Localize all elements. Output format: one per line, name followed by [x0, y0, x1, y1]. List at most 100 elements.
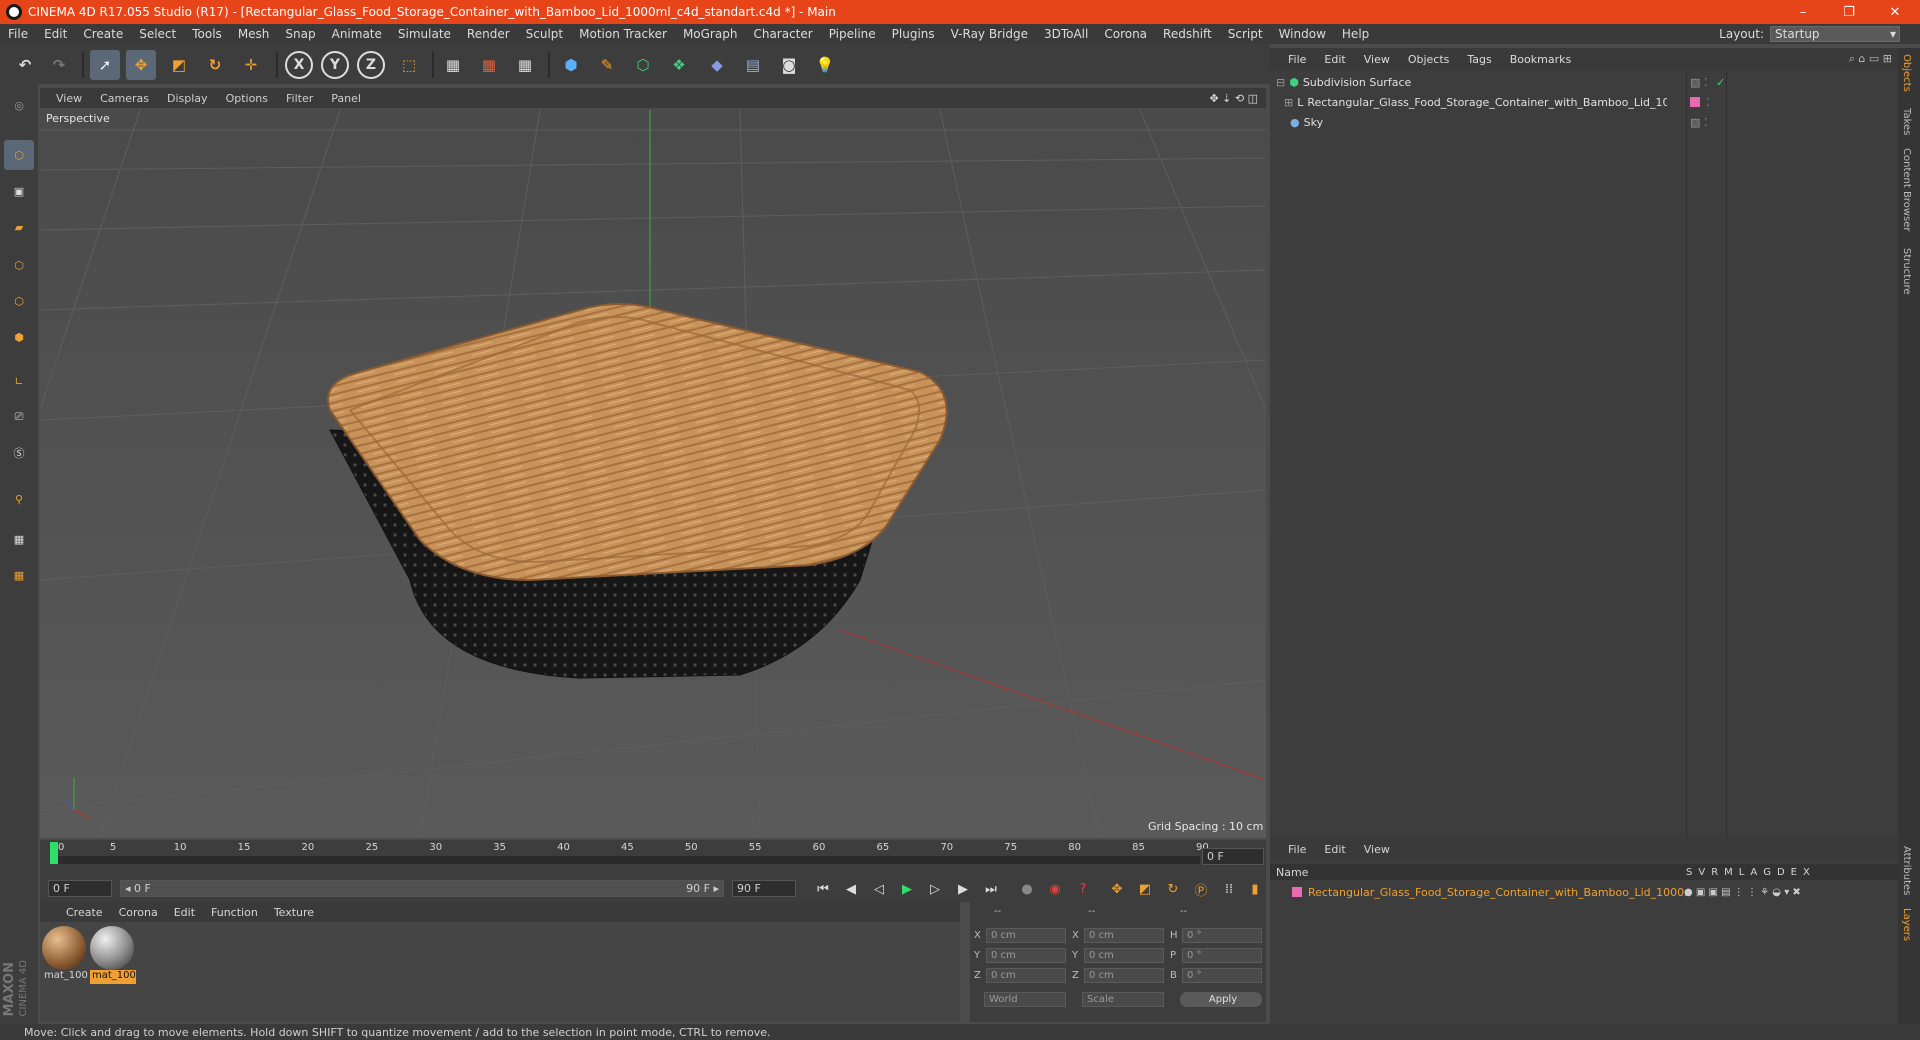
menu-animate[interactable]: Animate — [324, 27, 390, 41]
z-axis-lock-button[interactable]: Z — [357, 51, 385, 79]
layer-row[interactable]: Rectangular_Glass_Food_Storage_Container… — [1270, 884, 1898, 900]
workplane-icon[interactable]: ▰ — [4, 212, 34, 242]
x-axis-lock-button[interactable]: X — [285, 51, 313, 79]
redo-button[interactable]: ↷ — [44, 50, 74, 80]
timeline-track[interactable] — [50, 856, 1200, 864]
col-render[interactable]: R — [1711, 867, 1718, 878]
obj-menu-bookmarks[interactable]: Bookmarks — [1510, 53, 1571, 66]
layer-menu-edit[interactable]: Edit — [1324, 843, 1345, 856]
maximize-button[interactable]: ❐ — [1826, 0, 1872, 24]
coordinate-space-dropdown[interactable]: World — [984, 992, 1066, 1007]
pen-spline-icon[interactable]: ✎ — [592, 50, 622, 80]
menu-corona[interactable]: Corona — [1096, 27, 1155, 41]
tweak-mode-icon[interactable]: ⎚ — [4, 402, 34, 432]
col-manager[interactable]: M — [1724, 867, 1733, 878]
play-icon[interactable]: ▶ — [896, 879, 918, 899]
render-picture-viewer-icon[interactable]: ▦ — [474, 50, 504, 80]
tab-takes[interactable]: Takes — [1901, 108, 1912, 135]
menu-mesh[interactable]: Mesh — [230, 27, 278, 41]
snap-icon[interactable]: Ⓢ — [4, 438, 34, 468]
autokey-icon[interactable]: ◉ — [1044, 879, 1066, 899]
go-to-start-icon[interactable]: ⏮ — [812, 879, 834, 899]
viewport-menu-options[interactable]: Options — [226, 92, 268, 105]
apply-button[interactable]: Apply — [1180, 992, 1262, 1007]
col-view[interactable]: V — [1698, 867, 1705, 878]
object-row[interactable]: ⊟ ⬢ Subdivision Surface ▨ ⁚ ✓ — [1270, 72, 1898, 92]
layout-dropdown[interactable]: Startup ▾ — [1770, 26, 1900, 42]
next-frame-icon[interactable]: ▷ — [924, 879, 946, 899]
texture-mode-icon[interactable]: ▣ — [4, 176, 34, 206]
size-mode-dropdown[interactable]: Scale — [1082, 992, 1164, 1007]
menu-mograph[interactable]: MoGraph — [675, 27, 746, 41]
menu-file[interactable]: File — [0, 27, 36, 41]
rot-b-field[interactable]: 0 ° — [1182, 968, 1262, 983]
frame-range-slider[interactable]: ◂ 0 F 90 F ▸ — [120, 880, 724, 897]
play-backwards-icon[interactable]: ◁ — [868, 879, 890, 899]
end-frame-field[interactable]: 90 F — [732, 880, 796, 897]
menu-help[interactable]: Help — [1334, 27, 1377, 41]
tab-attributes[interactable]: Attributes — [1901, 846, 1912, 895]
size-z-field[interactable]: 0 cm — [1084, 968, 1164, 983]
visibility-toggle-icon[interactable]: ▨ ⁚ — [1690, 116, 1707, 129]
transform-tool-icon[interactable]: ✛ — [236, 50, 266, 80]
key-pla-icon[interactable]: ⁞⁞ — [1218, 879, 1240, 899]
minimize-button[interactable]: – — [1780, 0, 1826, 24]
locked-workplane-icon[interactable]: ▦ — [4, 524, 34, 554]
timeline-ruler[interactable]: 051015202530354045505560657075808590 0 F — [40, 840, 1266, 876]
material-menu-texture[interactable]: Texture — [274, 906, 314, 919]
obj-menu-tags[interactable]: Tags — [1467, 53, 1491, 66]
light-icon[interactable]: 💡 — [810, 50, 840, 80]
menu-script[interactable]: Script — [1220, 27, 1271, 41]
planar-workplane-icon[interactable]: ▦ — [4, 560, 34, 590]
floor-scene-icon[interactable]: ▤ — [738, 50, 768, 80]
tab-structure[interactable]: Structure — [1901, 248, 1912, 295]
tab-objects[interactable]: Objects — [1901, 54, 1912, 92]
key-scale-icon[interactable]: ◩ — [1134, 879, 1156, 899]
render-view-icon[interactable]: ▦ — [438, 50, 468, 80]
material-swatch-selected[interactable]: mat_100 — [90, 926, 136, 986]
key-rotation-icon[interactable]: ↻ — [1162, 879, 1184, 899]
key-position-icon[interactable]: ✥ — [1106, 879, 1128, 899]
menu-select[interactable]: Select — [131, 27, 184, 41]
col-deformers[interactable]: D — [1777, 867, 1785, 878]
menu-edit[interactable]: Edit — [36, 27, 75, 41]
deformer-icon[interactable]: ◆ — [702, 50, 732, 80]
pos-x-field[interactable]: 0 cm — [986, 928, 1066, 943]
menu-simulate[interactable]: Simulate — [390, 27, 459, 41]
viewport-menu-display[interactable]: Display — [167, 92, 208, 105]
menu-pipeline[interactable]: Pipeline — [821, 27, 884, 41]
record-keys-icon[interactable]: ● — [1016, 879, 1038, 899]
menu-redshift[interactable]: Redshift — [1155, 27, 1220, 41]
col-expressions[interactable]: E — [1791, 867, 1797, 878]
cube-primitive-icon[interactable]: ⬢ — [556, 50, 586, 80]
playhead-marker[interactable] — [50, 842, 58, 864]
menu-vray-bridge[interactable]: V-Ray Bridge — [943, 27, 1036, 41]
material-menu-create[interactable]: Create — [66, 906, 103, 919]
model-mode-icon[interactable]: ⬡ — [4, 140, 34, 170]
viewport-menu-panel[interactable]: Panel — [331, 92, 361, 105]
menu-3dtoall[interactable]: 3DToAll — [1036, 27, 1096, 41]
rot-p-field[interactable]: 0 ° — [1182, 948, 1262, 963]
menu-character[interactable]: Character — [745, 27, 820, 41]
layer-menu-view[interactable]: View — [1364, 843, 1390, 856]
visibility-toggle-icon[interactable]: ▨ ⁚ — [1690, 76, 1707, 89]
obj-menu-view[interactable]: View — [1364, 53, 1390, 66]
y-axis-lock-button[interactable]: Y — [321, 51, 349, 79]
layer-flags-icons[interactable]: ● ▣ ▣ ▤ ⋮ ⋮ ⚘ ◒ ▾ ✖ — [1684, 887, 1801, 898]
previous-key-icon[interactable]: ◀ — [840, 879, 862, 899]
col-animation[interactable]: A — [1750, 867, 1757, 878]
perspective-viewport[interactable] — [40, 110, 1266, 838]
menu-sculpt[interactable]: Sculpt — [518, 27, 571, 41]
size-y-field[interactable]: 0 cm — [1084, 948, 1164, 963]
layer-color-swatch[interactable] — [1292, 887, 1302, 897]
col-generators[interactable]: G — [1763, 867, 1771, 878]
menu-tools[interactable]: Tools — [184, 27, 230, 41]
tab-content-browser[interactable]: Content Browser — [1901, 148, 1912, 231]
current-frame-field[interactable]: 0 F — [1202, 848, 1264, 865]
viewport-menu-filter[interactable]: Filter — [286, 92, 313, 105]
menu-render[interactable]: Render — [459, 27, 518, 41]
col-xrefs[interactable]: X — [1803, 867, 1810, 878]
menu-window[interactable]: Window — [1271, 27, 1334, 41]
magnet-icon[interactable]: ⚲ — [4, 484, 34, 514]
enabled-check-icon[interactable]: ✓ — [1716, 76, 1725, 89]
